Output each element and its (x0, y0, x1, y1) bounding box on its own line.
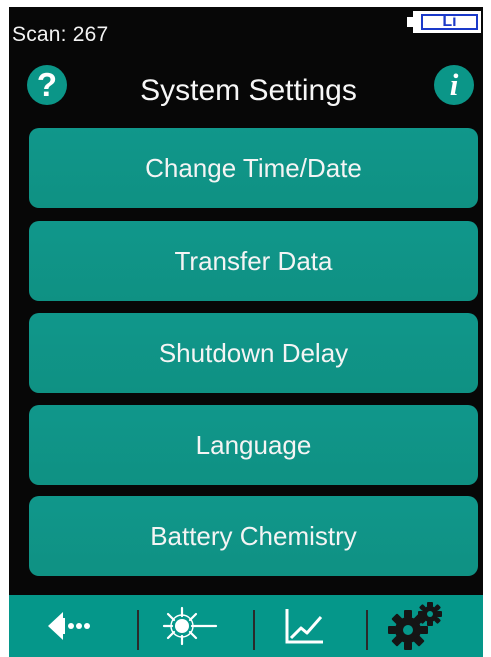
change-time-date-button[interactable]: Change Time/Date (29, 128, 478, 208)
settings-button[interactable] (364, 595, 474, 657)
page-title: System Settings (140, 74, 357, 107)
gear-icon (388, 602, 442, 650)
graph-button[interactable] (249, 595, 359, 657)
device-screen: Scan: 267 Li ? System Settings i Change … (9, 7, 483, 657)
scan-button[interactable] (135, 595, 245, 657)
language-button[interactable]: Language (29, 405, 478, 485)
back-button[interactable] (14, 595, 124, 657)
scan-counter: Scan: 267 (12, 23, 109, 46)
chart-line-icon (285, 609, 323, 644)
laser-scan-icon (162, 606, 218, 646)
back-arrow-icon (48, 612, 90, 640)
shutdown-delay-button[interactable]: Shutdown Delay (29, 313, 478, 393)
battery-type-label: Li (442, 13, 457, 30)
bottom-toolbar (9, 595, 483, 657)
battery-indicator: Li (407, 11, 483, 33)
battery-chemistry-button[interactable]: Battery Chemistry (29, 496, 478, 576)
question-mark-icon[interactable]: ? (27, 65, 67, 105)
title-bar: ? System Settings i (9, 55, 483, 121)
status-bar: Scan: 267 Li (9, 7, 483, 49)
info-icon[interactable]: i (434, 65, 474, 105)
transfer-data-button[interactable]: Transfer Data (29, 221, 478, 301)
